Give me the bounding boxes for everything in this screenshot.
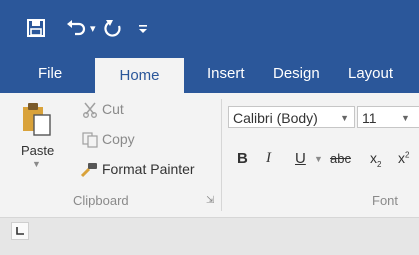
font-name-select[interactable]: Calibri (Body) ▼ [228,106,355,128]
paste-icon [23,103,51,136]
subscript-mark: 2 [377,159,382,169]
font-size-select[interactable]: 11 ▼ [357,106,419,128]
superscript-mark: 2 [405,150,410,160]
tab-insert[interactable]: Insert [207,55,245,93]
copy-label: Copy [102,131,135,147]
paste-label: Paste [21,143,55,158]
format-painter-icon [80,163,97,178]
scissors-icon [83,102,97,118]
tab-stop-selector-icon [16,227,24,235]
font-name-value: Calibri (Body) [233,110,318,126]
paste-dropdown-icon[interactable]: ▼ [32,159,41,169]
strikethrough-button[interactable]: abc [330,151,351,166]
redo-button[interactable] [103,16,123,40]
chevron-down-icon: ▾ [90,22,96,35]
save-button[interactable] [26,16,46,40]
tab-stop-selector[interactable] [11,222,29,240]
italic-button[interactable]: I [266,150,271,167]
superscript-button[interactable]: x2 [398,150,409,166]
paste-button[interactable]: Paste ▼ [17,101,57,177]
tab-home[interactable]: Home [95,58,184,93]
chevron-down-icon: ▼ [401,113,410,123]
redo-icon [104,20,121,37]
customize-qat-icon [139,25,147,33]
clipboard-group-label: Clipboard [73,193,129,208]
cut-label: Cut [102,101,124,117]
copy-icon [82,132,98,148]
tab-layout[interactable]: Layout [348,55,393,93]
customize-qat-button[interactable] [138,16,148,40]
tab-file[interactable]: File [38,55,62,93]
dialog-launcher-icon[interactable]: ⇲ [206,195,214,206]
bold-button[interactable]: B [237,150,248,167]
undo-icon [67,20,86,36]
font-group-label: Font [372,193,399,208]
undo-button[interactable] [66,16,88,40]
chevron-down-icon: ▼ [340,113,349,123]
copy-button[interactable]: Copy [82,130,152,150]
cut-button[interactable]: Cut [82,100,142,120]
subscript-button[interactable]: x2 [370,150,381,169]
group-separator [221,99,222,211]
font-size-value: 11 [362,110,377,126]
underline-dropdown-icon[interactable]: ▼ [314,154,323,164]
ribbon-home: Paste ▼ Cut Copy Format Painter Clipboar… [0,93,419,218]
ribbon-tabs: File Home Insert Design Layout [0,55,419,93]
tab-design[interactable]: Design [273,55,320,93]
underline-button[interactable]: U [295,150,306,167]
subscript-base: x [370,150,377,166]
format-painter-button[interactable]: Format Painter [80,160,210,180]
format-painter-label: Format Painter [102,161,195,177]
title-bar: ▾ [0,0,419,55]
undo-dropdown[interactable]: ▾ [90,16,96,40]
superscript-base: x [398,150,405,166]
save-icon [27,19,45,37]
